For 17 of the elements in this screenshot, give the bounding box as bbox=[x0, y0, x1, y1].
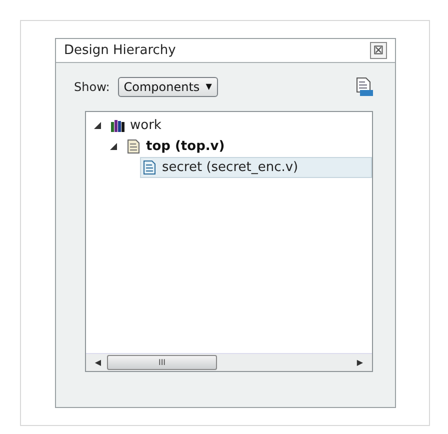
hdl-file-icon bbox=[127, 139, 141, 154]
expanded-triangle-icon[interactable] bbox=[110, 143, 117, 150]
scroll-right-arrow[interactable]: ▶ bbox=[351, 356, 369, 368]
tree-item[interactable]: work bbox=[108, 115, 166, 136]
horizontal-scrollbar[interactable]: ◀ III ▶ bbox=[86, 353, 372, 371]
hdl-document-icon[interactable] bbox=[355, 77, 373, 97]
scroll-left-arrow[interactable]: ◀ bbox=[89, 356, 107, 368]
window-title: Design Hierarchy bbox=[64, 42, 176, 60]
show-label: Show: bbox=[74, 79, 110, 96]
expanded-triangle-icon[interactable] bbox=[94, 122, 101, 129]
tree-item[interactable]: top (top.v) bbox=[124, 136, 230, 157]
tree-item[interactable]: secret (secret_enc.v) bbox=[140, 157, 372, 178]
books-icon bbox=[111, 118, 125, 132]
scrollbar-thumb[interactable]: III bbox=[107, 355, 217, 370]
close-button[interactable]: ⊠ bbox=[370, 42, 387, 59]
hdl-file-icon bbox=[143, 160, 157, 175]
components-dropdown[interactable]: Components ▼ bbox=[118, 77, 218, 97]
